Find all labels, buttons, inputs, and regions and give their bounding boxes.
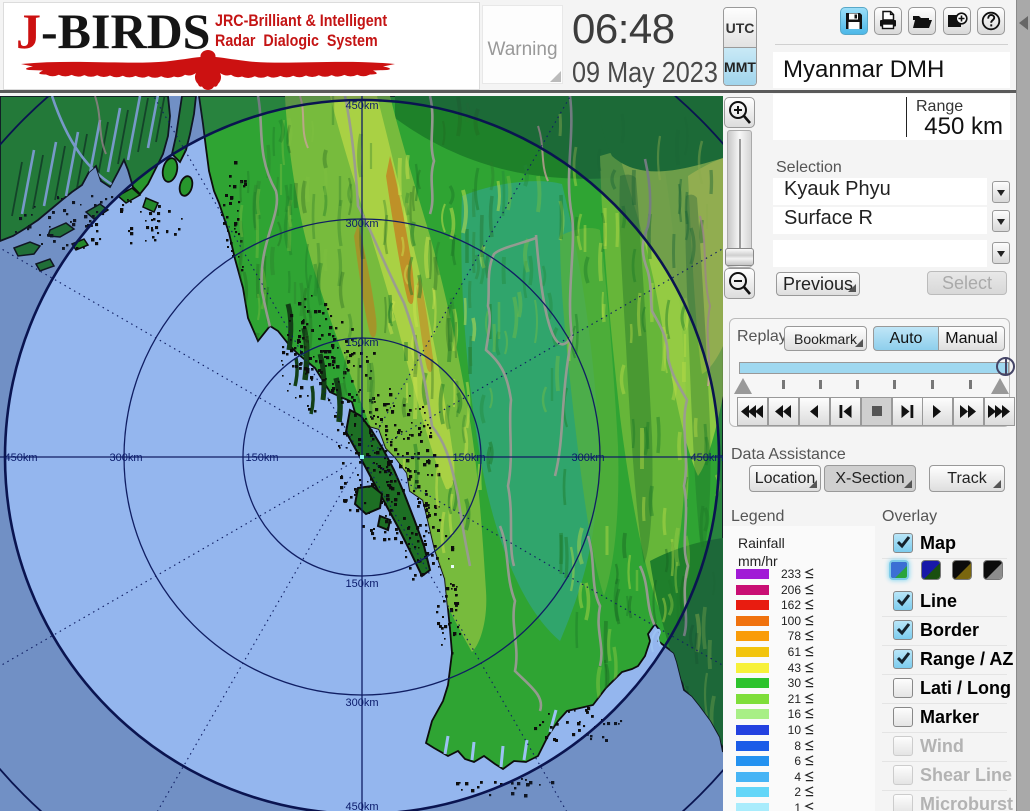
svg-text:150km: 150km (245, 452, 278, 464)
svg-text:450km: 450km (345, 801, 378, 811)
svg-text:150km: 150km (345, 578, 378, 590)
svg-text:300km: 300km (345, 697, 378, 709)
svg-text:150km: 150km (345, 337, 378, 349)
svg-text:300km: 300km (571, 452, 604, 464)
svg-text:450km: 450km (4, 452, 37, 464)
svg-text:300km: 300km (345, 218, 378, 230)
svg-text:450km: 450km (345, 100, 378, 112)
svg-text:450km: 450km (690, 452, 723, 464)
svg-text:150km: 150km (452, 452, 485, 464)
svg-text:300km: 300km (109, 452, 142, 464)
